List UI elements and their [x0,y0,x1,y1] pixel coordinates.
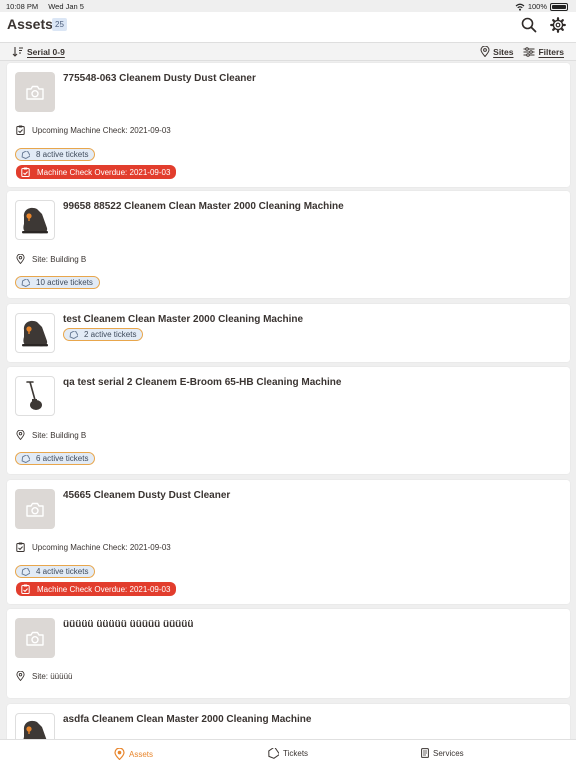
ticket-icon [21,150,30,159]
asset-title: 45665 Cleanem Dusty Dust Cleaner [63,490,231,501]
document-icon [421,748,429,758]
tab-assets[interactable]: Assets [114,748,153,760]
sort-button[interactable]: Serial 0-9 [12,46,65,57]
active-tickets-label: 10 active tickets [36,278,93,287]
asset-count-badge: 25 [52,18,67,31]
photo-placeholder [15,618,55,658]
asset-card[interactable]: asdfa Cleanem Clean Master 2000 Cleaning… [7,704,570,739]
tab-assets-label: Assets [129,749,154,759]
asset-card[interactable]: 99658 88522 Cleanem Clean Master 2000 Cl… [7,191,570,298]
sort-icon [12,47,23,57]
asset-info: Site: Building B [32,430,87,440]
ticket-icon [21,454,30,463]
asset-title: 99658 88522 Cleanem Clean Master 2000 Cl… [63,201,344,212]
filters-button[interactable]: Filters [523,46,564,57]
tab-services-label: Services [433,748,464,758]
clipboard-alert-icon [21,167,30,177]
floor-scrubber-image [23,720,47,739]
active-tickets-badge[interactable]: 6 active tickets [15,452,96,465]
status-bar: 10:08 PM Wed Jan 5 100% [0,0,576,12]
tab-tickets[interactable]: Tickets [267,748,308,759]
asset-info: Upcoming Machine Check: 2021-09-03 [32,542,171,552]
active-tickets-label: 6 active tickets [36,454,89,463]
asset-card[interactable]: üüüüü üüüüü üüüüü üüüüü Site: üüüüü [7,609,570,698]
asset-image [15,376,55,416]
active-tickets-label: 8 active tickets [36,150,89,159]
asset-image [15,313,55,353]
ticket-icon [268,748,279,759]
clipboard-alert-icon [21,584,30,594]
overdue-alert-badge: Machine Check Overdue: 2021-09-03 [16,165,177,179]
battery-icon [550,2,568,11]
asset-title: 775548-063 Cleanem Dusty Dust Cleaner [63,73,256,84]
ticket-icon [21,278,30,287]
sort-filter-bar: Serial 0-9 Sites Filters [0,42,576,61]
status-date: Wed Jan 5 [48,2,84,11]
camera-icon [26,502,44,517]
active-tickets-badge[interactable]: 8 active tickets [15,148,96,161]
tab-tickets-label: Tickets [283,749,309,758]
clipboard-check-icon [16,125,25,135]
photo-placeholder [15,489,55,529]
location-pin-icon [480,46,490,57]
floor-scrubber-image [22,207,48,234]
app-header: Assets 25 [0,12,576,42]
active-tickets-badge[interactable]: 10 active tickets [15,276,100,289]
overdue-alert-badge: Machine Check Overdue: 2021-09-03 [16,582,177,596]
location-pin-icon [16,430,25,440]
asset-image [15,200,55,240]
overdue-alert-label: Machine Check Overdue: 2021-09-03 [37,167,171,177]
asset-info: Upcoming Machine Check: 2021-09-03 [32,125,171,135]
search-icon [521,17,537,33]
asset-pin-icon [114,748,125,760]
active-tickets-label: 4 active tickets [36,567,89,576]
ticket-icon [69,330,78,339]
asset-image [15,713,55,739]
active-tickets-badge[interactable]: 2 active tickets [63,328,144,341]
photo-placeholder [15,72,55,112]
battery-percent: 100% [527,2,547,11]
e-broom-image [26,381,42,410]
tab-services[interactable]: Services [421,748,464,758]
asset-card[interactable]: qa test serial 2 Cleanem E-Broom 65-HB C… [7,367,570,474]
asset-title: üüüüü üüüüü üüüüü üüüüü [63,619,194,630]
search-button[interactable] [521,17,537,33]
settings-button[interactable] [550,17,566,33]
asset-list: 775548-063 Cleanem Dusty Dust Cleaner Up… [0,61,576,739]
location-pin-icon [16,254,25,264]
filters-label: Filters [538,46,564,57]
status-time: 10:08 PM [6,2,39,11]
page-title: Assets [7,16,53,32]
wifi-icon [515,3,525,11]
sliders-icon [523,46,535,57]
bottom-tab-bar: Assets Tickets Services [0,739,576,768]
floor-scrubber-image [22,320,48,347]
asset-card[interactable]: test Cleanem Clean Master 2000 Cleaning … [7,304,570,362]
sites-label: Sites [493,46,514,57]
active-tickets-badge[interactable]: 4 active tickets [15,565,96,578]
ticket-icon [21,567,30,576]
camera-icon [26,631,44,646]
asset-title: test Cleanem Clean Master 2000 Cleaning … [63,314,304,325]
location-pin-icon [16,671,25,681]
asset-card[interactable]: 775548-063 Cleanem Dusty Dust Cleaner Up… [7,63,570,187]
asset-info: Site: Building B [32,254,87,264]
overdue-alert-label: Machine Check Overdue: 2021-09-03 [37,584,171,594]
asset-info: Site: üüüüü [32,671,73,681]
active-tickets-label: 2 active tickets [84,330,137,339]
gear-icon [550,17,566,33]
sites-button[interactable]: Sites [480,46,513,57]
asset-title: asdfa Cleanem Clean Master 2000 Cleaning… [63,714,312,725]
sort-label: Serial 0-9 [27,46,65,57]
clipboard-check-icon [16,542,25,552]
asset-card[interactable]: 45665 Cleanem Dusty Dust Cleaner Upcomin… [7,480,570,604]
asset-title: qa test serial 2 Cleanem E-Broom 65-HB C… [63,377,342,388]
camera-icon [26,85,44,100]
